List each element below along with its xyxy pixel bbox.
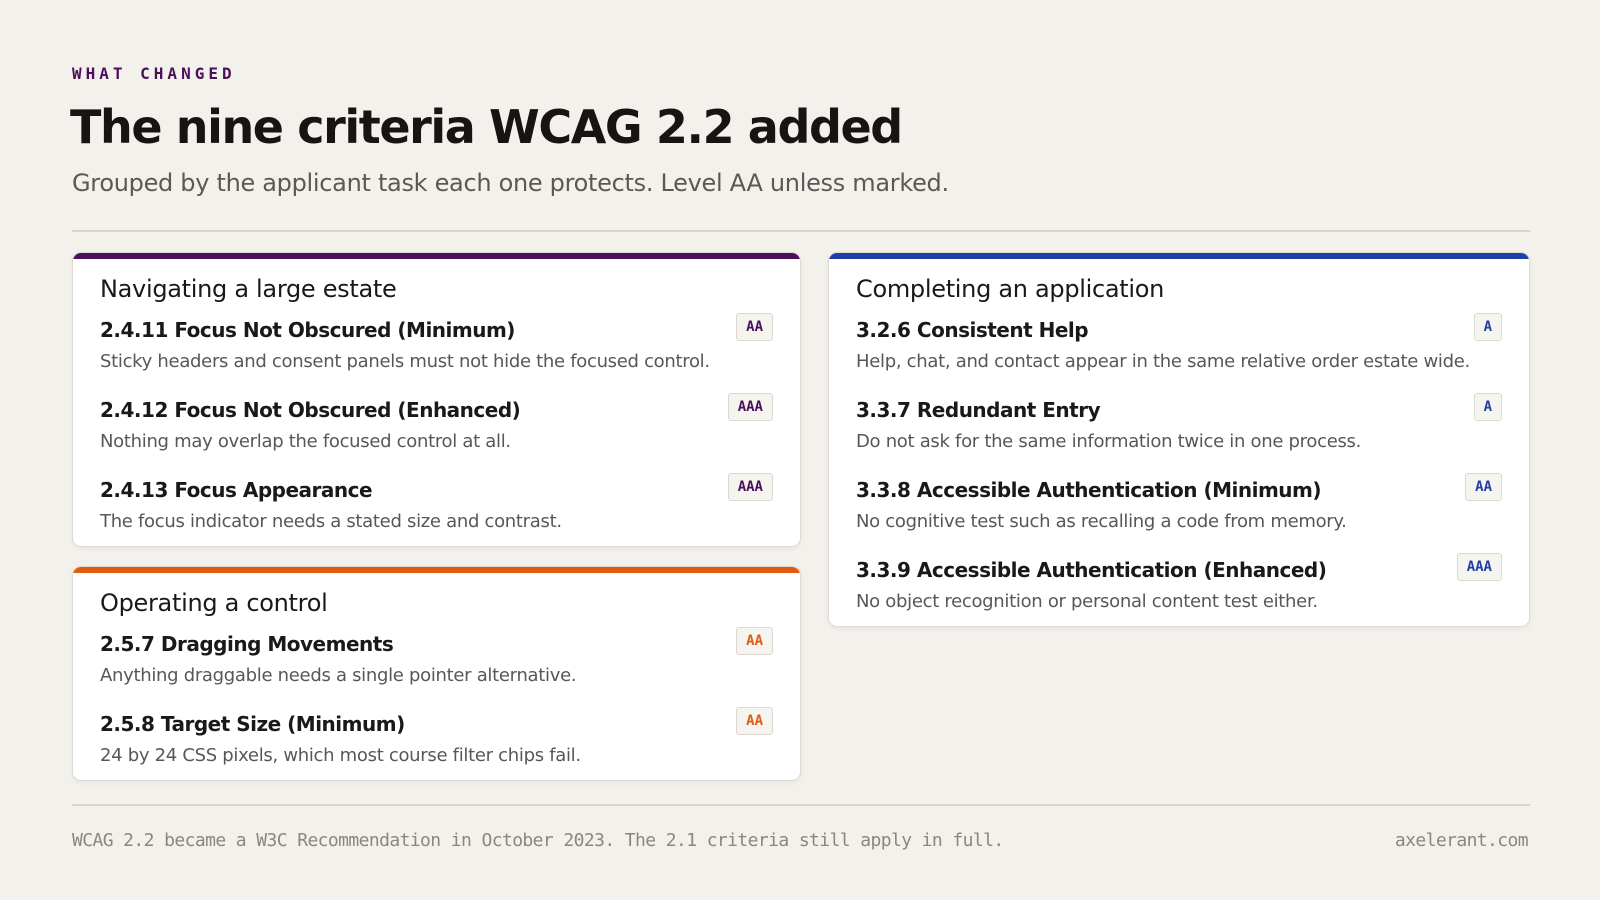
criterion-description: Help, chat, and contact appear in the sa…	[856, 351, 1470, 372]
level-badge: A	[1473, 313, 1502, 341]
criterion-name: 2.4.12 Focus Not Obscured (Enhanced)	[100, 398, 521, 422]
criterion-item: 2.4.12 Focus Not Obscured (Enhanced) AAA…	[100, 393, 773, 468]
level-badge: AA	[736, 707, 773, 735]
level-badge: AA	[736, 627, 773, 655]
criterion-item: 2.5.7 Dragging Movements AA Anything dra…	[100, 627, 773, 702]
criterion-item: 3.3.9 Accessible Authentication (Enhance…	[856, 553, 1502, 626]
criterion-description: Nothing may overlap the focused control …	[100, 431, 511, 452]
group-accent-bar	[73, 253, 800, 259]
footer-site-link[interactable]: axelerant.com	[1395, 830, 1529, 851]
criterion-item: 2.4.11 Focus Not Obscured (Minimum) AA S…	[100, 313, 773, 388]
group-card-operating: Operating a control 2.5.7 Dragging Movem…	[72, 566, 801, 781]
criterion-name: 2.5.8 Target Size (Minimum)	[100, 712, 405, 736]
group-card-navigating: Navigating a large estate 2.4.11 Focus N…	[72, 252, 801, 547]
group-title: Operating a control	[100, 589, 328, 617]
eyebrow-label: WHAT CHANGED	[72, 64, 236, 83]
criterion-name: 2.4.13 Focus Appearance	[100, 478, 373, 502]
group-card-completing: Completing an application 3.2.6 Consiste…	[828, 252, 1530, 627]
criterion-description: Anything draggable needs a single pointe…	[100, 665, 577, 686]
level-badge: AAA	[727, 473, 773, 501]
level-badge: AA	[1465, 473, 1502, 501]
group-accent-bar	[73, 567, 800, 573]
group-title: Completing an application	[856, 275, 1165, 303]
criterion-item: 2.5.8 Target Size (Minimum) AA 24 by 24 …	[100, 707, 773, 780]
criterion-description: No cognitive test such as recalling a co…	[856, 511, 1347, 532]
top-divider	[72, 230, 1530, 232]
criterion-name: 2.4.11 Focus Not Obscured (Minimum)	[100, 318, 515, 342]
criterion-name: 3.3.7 Redundant Entry	[856, 398, 1101, 422]
criterion-description: 24 by 24 CSS pixels, which most course f…	[100, 745, 581, 766]
level-badge: A	[1473, 393, 1502, 421]
footer-note: WCAG 2.2 became a W3C Recommendation in …	[72, 830, 1004, 851]
group-title: Navigating a large estate	[100, 275, 397, 303]
criterion-description: Do not ask for the same information twic…	[856, 431, 1362, 452]
page-subtitle: Grouped by the applicant task each one p…	[72, 169, 949, 197]
level-badge: AAA	[1456, 553, 1502, 581]
level-badge: AAA	[727, 393, 773, 421]
bottom-divider	[72, 804, 1530, 806]
criterion-item: 3.2.6 Consistent Help A Help, chat, and …	[856, 313, 1502, 388]
criterion-description: No object recognition or personal conten…	[856, 591, 1318, 612]
criterion-item: 3.3.7 Redundant Entry A Do not ask for t…	[856, 393, 1502, 468]
criterion-name: 3.2.6 Consistent Help	[856, 318, 1089, 342]
level-badge: AA	[736, 313, 773, 341]
criterion-name: 3.3.8 Accessible Authentication (Minimum…	[856, 478, 1322, 502]
criterion-name: 3.3.9 Accessible Authentication (Enhance…	[856, 558, 1327, 582]
criterion-item: 2.4.13 Focus Appearance AAA The focus in…	[100, 473, 773, 546]
group-accent-bar	[829, 253, 1529, 259]
criterion-item: 3.3.8 Accessible Authentication (Minimum…	[856, 473, 1502, 548]
page-title: The nine criteria WCAG 2.2 added	[70, 100, 903, 154]
criterion-description: Sticky headers and consent panels must n…	[100, 351, 710, 372]
criterion-name: 2.5.7 Dragging Movements	[100, 632, 394, 656]
criterion-description: The focus indicator needs a stated size …	[100, 511, 562, 532]
